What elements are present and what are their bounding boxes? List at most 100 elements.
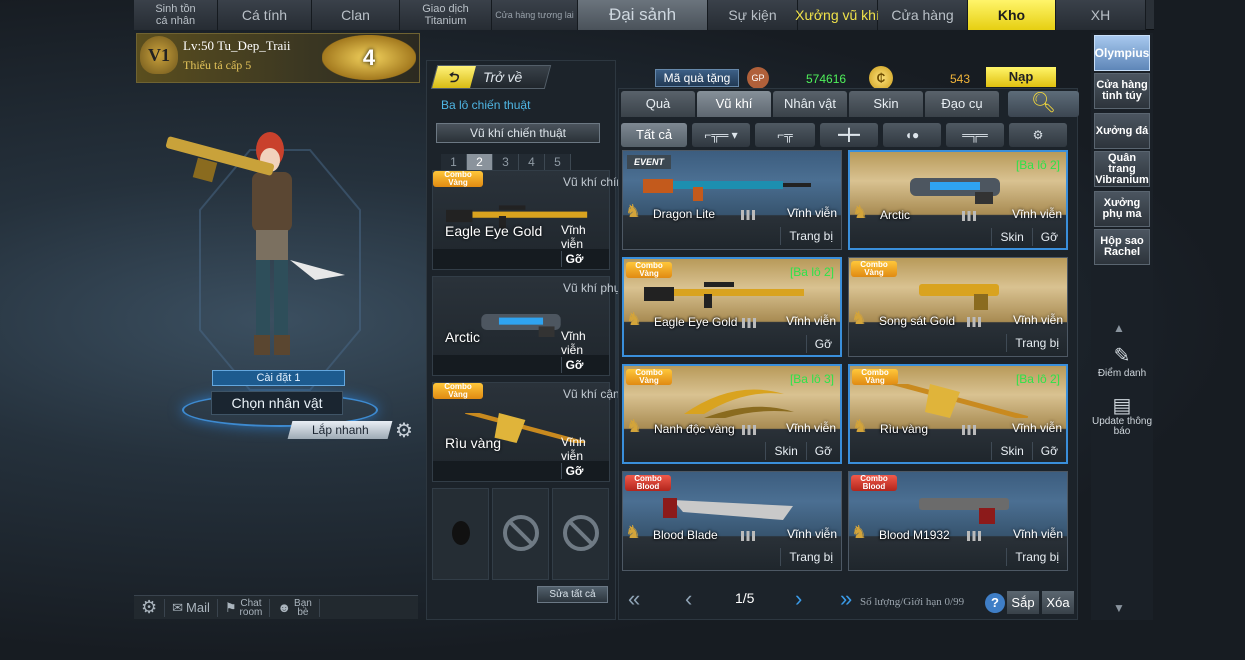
inventory-item-card[interactable]: Combo Vàng [Ba lô 3] ♞ Nanh độc vàng Vĩnh vi… — [622, 364, 842, 464]
top-nav-tab[interactable]: Xưởng vũ khí — [795, 0, 880, 30]
weapon-image — [643, 179, 811, 201]
tactical-weapon-button[interactable]: Vũ khí chiến thuật — [436, 123, 600, 143]
top-nav-tab[interactable]: Sự kiện — [708, 0, 798, 30]
loadout-setting-button[interactable]: Cài đặt 1 — [212, 370, 345, 386]
item-action-button[interactable]: Skin — [991, 228, 1031, 246]
choose-character-button[interactable]: Chọn nhân vật — [211, 391, 343, 415]
weapon-filter-tab[interactable]: ═╦═ — [946, 123, 1004, 147]
item-action-button[interactable]: Gỡ — [805, 442, 840, 460]
back-button[interactable]: ⮌ Trở về — [430, 65, 552, 89]
unequip-button[interactable]: Gỡ — [561, 357, 587, 373]
top-nav-tab[interactable]: Clan — [312, 0, 400, 30]
inventory-item-card[interactable]: Combo Vàng [Ba lô 2] ♞ Eagle Eye Gold Vĩnh v… — [622, 257, 842, 357]
bottom-bar: ⚙ ✉ Mail ⚑ Chat room ☻ Bạn bè — [134, 595, 418, 619]
top-nav-tab[interactable]: Đại sảnh — [578, 0, 708, 30]
sort-button[interactable]: Sắp xếp — [1007, 591, 1039, 614]
equipped-weapon-slot[interactable]: Vũ khí phụ Arctic Vĩnh viễn Gỡ — [432, 276, 620, 376]
item-name: Dragon Lite — [653, 207, 716, 221]
backpack-page-tab[interactable]: 3 — [493, 154, 519, 170]
backpack-page-tab[interactable]: 5 — [545, 154, 571, 170]
combo-badge: Combo Vàng — [851, 261, 897, 277]
weapon-filter-tab[interactable]: ⚙ — [1009, 123, 1067, 147]
top-nav-tab[interactable]: XH — [1056, 0, 1146, 30]
quick-equip-button[interactable]: Lắp nhanh — [287, 421, 393, 439]
update-notice-button[interactable]: ▤ Update thông báo — [1091, 395, 1153, 437]
top-nav-tab[interactable]: Giao dịch Titanium — [400, 0, 492, 30]
item-name: Arctic — [880, 208, 910, 222]
inventory-item-card[interactable]: EVENT ♞ Dragon Lite Vĩnh viễn Trang bị — [622, 150, 842, 250]
checkin-button[interactable]: ✎ Điểm danh — [1091, 343, 1153, 379]
equipped-weapon-slot[interactable]: Combo Vàng Vũ khí chính Eagle Eye Gold Vĩnh… — [432, 170, 630, 270]
backpack-page-tab[interactable]: 1 — [441, 154, 467, 170]
help-icon[interactable]: ? — [985, 593, 1005, 613]
item-action-button[interactable]: Trang bị — [1006, 548, 1067, 566]
inventory-item-card[interactable]: Combo Blood ♞ Blood Blade Vĩnh viễn Trang bị — [622, 471, 842, 571]
inventory-item-card[interactable]: Combo Vàng [Ba lô 2] ♞ Rìu vàng Vĩnh viễn Ski… — [848, 364, 1068, 464]
category-tab[interactable]: Quà — [621, 91, 695, 117]
weapon-filter-tab[interactable]: ⌐╦ — [755, 123, 815, 147]
chat-room-button[interactable]: ⚑ Chat room — [218, 598, 271, 617]
sidebar-button[interactable]: Xưởng phụ ma — [1094, 191, 1150, 227]
gear-icon[interactable]: ⚙ — [395, 418, 413, 443]
item-action-button[interactable]: Trang bị — [780, 227, 841, 245]
top-nav-tab[interactable]: Cá tính — [218, 0, 312, 30]
top-nav-tab[interactable]: Sinh tồn cá nhân — [134, 0, 218, 30]
inventory-item-card[interactable]: Combo Vàng ♞ Song sát Gold Vĩnh viễn Trang b… — [848, 257, 1068, 357]
weapon-image — [919, 284, 999, 310]
category-tab[interactable]: Nhân vật — [773, 91, 847, 117]
sidebar-button[interactable]: Quân trang Vibranium — [1094, 151, 1150, 187]
inventory-item-card[interactable]: [Ba lô 2] ♞ Arctic Vĩnh viễn Skin Gỡ — [848, 150, 1068, 250]
search-button[interactable]: 🔍︎ — [1008, 91, 1079, 117]
empty-slot[interactable] — [552, 488, 609, 580]
unequip-button[interactable]: Gỡ — [561, 463, 587, 479]
item-action-button[interactable]: Gỡ — [805, 335, 840, 353]
category-tab[interactable]: Đạo cụ — [925, 91, 999, 117]
item-name: Rìu vàng — [880, 422, 929, 436]
backpack-page-tab[interactable]: 4 — [519, 154, 545, 170]
first-page-button[interactable]: « — [628, 586, 640, 612]
item-duration: Vĩnh viễn — [786, 206, 837, 220]
sidebar-button[interactable]: Xưởng đá — [1094, 113, 1150, 149]
unequip-button[interactable]: Gỡ — [561, 251, 587, 267]
item-action-button[interactable]: Trang bị — [780, 548, 841, 566]
item-actions: Skin Gỡ — [991, 442, 1066, 460]
settings-button[interactable]: ⚙ — [134, 597, 166, 617]
friends-button[interactable]: ☻ Bạn bè — [270, 598, 320, 617]
top-nav-tab[interactable]: Cửa hàng — [878, 0, 968, 30]
top-nav: Sinh tồn cá nhân Cá tính Clan Giao dịch Tit… — [134, 0, 1154, 30]
category-tab[interactable]: Skin — [849, 91, 923, 117]
topup-button[interactable]: Nạp — [986, 67, 1056, 87]
scroll-up-icon[interactable]: ▲ — [1113, 321, 1125, 335]
next-page-button[interactable]: › — [795, 586, 802, 612]
weapon-filter-tab[interactable]: ━╋━ — [820, 123, 878, 147]
item-action-button[interactable]: Skin — [765, 442, 805, 460]
item-action-button[interactable]: Skin — [991, 442, 1031, 460]
delete-button[interactable]: Xóa — [1042, 591, 1074, 614]
item-action-button[interactable]: Trang bị — [1006, 334, 1067, 352]
grenade-slot[interactable] — [432, 488, 489, 580]
sidebar-button[interactable]: Olympius — [1094, 35, 1150, 71]
mail-button[interactable]: ✉ Mail — [165, 598, 218, 617]
top-nav-tab[interactable]: Kho — [968, 0, 1056, 30]
item-action-button[interactable]: Gỡ — [1031, 442, 1066, 460]
top-nav-tab[interactable]: Cửa hàng tương lai — [492, 0, 578, 30]
combo-badge: Combo Blood — [625, 475, 671, 491]
update-label: Update thông báo — [1091, 416, 1153, 437]
equipped-weapon-slot[interactable]: Combo Vàng Vũ khí cận chiến Rìu vàng Vĩnh v… — [432, 382, 652, 482]
weapon-filter-tab[interactable]: ◖● — [883, 123, 941, 147]
backpack-page-tab[interactable]: 2 — [467, 154, 493, 170]
filter-all-tab[interactable]: Tất cả — [621, 123, 687, 147]
empty-slot[interactable] — [492, 488, 549, 580]
inventory-item-card[interactable]: Combo Blood ♞ Blood M1932 Vĩnh viễn Trang bị — [848, 471, 1068, 571]
last-page-button[interactable]: » — [840, 586, 852, 612]
weapon-filter-tab[interactable]: ⌐╦═ ▾ — [692, 123, 750, 147]
edit-all-button[interactable]: Sửa tất cả — [537, 586, 608, 603]
slot-weapon-name: Eagle Eye Gold — [445, 223, 543, 239]
scroll-down-icon[interactable]: ▼ — [1113, 601, 1125, 615]
sidebar-button[interactable]: Cửa hàng tinh túy — [1094, 73, 1150, 109]
gift-code-button[interactable]: Mã quà tặng — [655, 69, 739, 87]
item-action-button[interactable]: Gỡ — [1031, 228, 1066, 246]
prev-page-button[interactable]: ‹ — [685, 586, 692, 612]
category-tab[interactable]: Vũ khí — [697, 91, 771, 117]
sidebar-button[interactable]: Hộp sao Rachel — [1094, 229, 1150, 265]
